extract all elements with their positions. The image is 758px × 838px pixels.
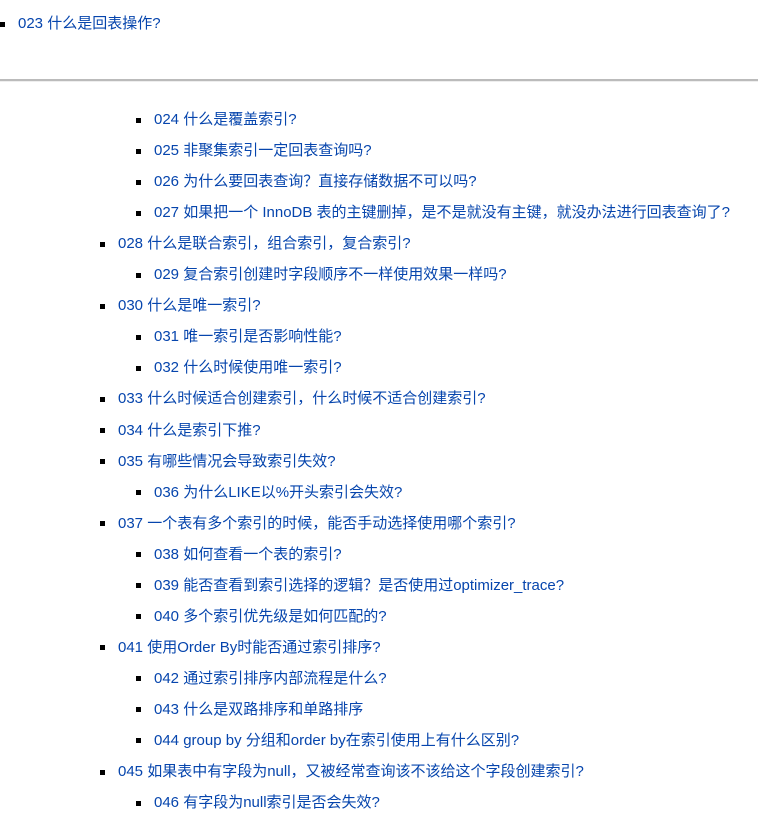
toc-item: 028 什么是联合索引，组合索引，复合索引?: [100, 228, 758, 259]
toc-item: 024 什么是覆盖索引?: [136, 104, 758, 135]
toc-item: 037 一个表有多个索引的时候，能否手动选择使用哪个索引?: [100, 508, 758, 539]
toc-item: 025 非聚集索引一定回表查询吗?: [136, 135, 758, 166]
toc-item: 026 为什么要回表查询？直接存储数据不可以吗?: [136, 166, 758, 197]
toc-item: 042 通过索引排序内部流程是什么?: [136, 663, 758, 694]
toc-link[interactable]: 035 有哪些情况会导致索引失效?: [118, 453, 336, 470]
toc-item: 046 有字段为null索引是否会失效?: [136, 787, 758, 818]
toc-top-block: 023 什么是回表操作?: [0, 0, 758, 79]
toc-link[interactable]: 040 多个索引优先级是如何匹配的?: [154, 608, 387, 625]
toc-link[interactable]: 036 为什么LIKE以%开头索引会失效?: [154, 484, 402, 501]
toc-link[interactable]: 031 唯一索引是否影响性能?: [154, 328, 342, 345]
toc-link[interactable]: 027 如果把一个 InnoDB 表的主键删掉，是不是就没有主键，就没办法进行回…: [154, 204, 730, 221]
toc-link[interactable]: 025 非聚集索引一定回表查询吗?: [154, 142, 372, 159]
toc-item: 032 什么时候使用唯一索引?: [136, 352, 758, 383]
toc-link[interactable]: 038 如何查看一个表的索引?: [154, 546, 342, 563]
toc-link[interactable]: 024 什么是覆盖索引?: [154, 111, 297, 128]
toc-item: 038 如何查看一个表的索引?: [136, 539, 758, 570]
toc-list-top: 023 什么是回表操作?: [0, 8, 758, 39]
toc-item: 033 什么时候适合创建索引，什么时候不适合创建索引?: [100, 383, 758, 414]
toc-link[interactable]: 030 什么是唯一索引?: [118, 297, 261, 314]
toc-item: 031 唯一索引是否影响性能?: [136, 321, 758, 352]
toc-link[interactable]: 033 什么时候适合创建索引，什么时候不适合创建索引?: [118, 390, 486, 407]
toc-link[interactable]: 041 使用Order By时能否通过索引排序?: [118, 639, 381, 656]
toc-item: 036 为什么LIKE以%开头索引会失效?: [136, 477, 758, 508]
toc-link[interactable]: 037 一个表有多个索引的时候，能否手动选择使用哪个索引?: [118, 515, 516, 532]
toc-list-main: 024 什么是覆盖索引? 025 非聚集索引一定回表查询吗? 026 为什么要回表查…: [0, 104, 758, 818]
toc-link[interactable]: 045 如果表中有字段为null，又被经常查询该不该给这个字段创建索引?: [118, 763, 584, 780]
toc-item: 043 什么是双路排序和单路排序: [136, 694, 758, 725]
toc-item: 045 如果表中有字段为null，又被经常查询该不该给这个字段创建索引?: [100, 756, 758, 787]
toc-item: 023 什么是回表操作?: [0, 8, 758, 39]
toc-link[interactable]: 029 复合索引创建时字段顺序不一样使用效果一样吗?: [154, 266, 507, 283]
toc-item: 029 复合索引创建时字段顺序不一样使用效果一样吗?: [136, 259, 758, 290]
toc-item: 041 使用Order By时能否通过索引排序?: [100, 632, 758, 663]
toc-item: 034 什么是索引下推?: [100, 415, 758, 446]
toc-link[interactable]: 028 什么是联合索引，组合索引，复合索引?: [118, 235, 411, 252]
toc-link[interactable]: 026 为什么要回表查询？直接存储数据不可以吗?: [154, 173, 477, 190]
toc-item: 035 有哪些情况会导致索引失效?: [100, 446, 758, 477]
toc-link[interactable]: 046 有字段为null索引是否会失效?: [154, 794, 380, 811]
toc-item: 039 能否查看到索引选择的逻辑？是否使用过optimizer_trace?: [136, 570, 758, 601]
page-container: 023 什么是回表操作? 024 什么是覆盖索引? 025 非聚集索引一定回表查询…: [0, 0, 758, 838]
toc-link[interactable]: 023 什么是回表操作?: [18, 15, 161, 32]
toc-item: 044 group by 分组和order by在索引使用上有什么区别?: [136, 725, 758, 756]
toc-link[interactable]: 043 什么是双路排序和单路排序: [154, 701, 363, 718]
toc-item: 040 多个索引优先级是如何匹配的?: [136, 601, 758, 632]
toc-main-block: 024 什么是覆盖索引? 025 非聚集索引一定回表查询吗? 026 为什么要回表查…: [0, 82, 758, 818]
toc-item: 027 如果把一个 InnoDB 表的主键删掉，是不是就没有主键，就没办法进行回…: [136, 197, 758, 228]
toc-item: 030 什么是唯一索引?: [100, 290, 758, 321]
toc-link[interactable]: 032 什么时候使用唯一索引?: [154, 359, 342, 376]
toc-link[interactable]: 039 能否查看到索引选择的逻辑？是否使用过optimizer_trace?: [154, 577, 564, 594]
toc-link[interactable]: 034 什么是索引下推?: [118, 422, 261, 439]
toc-link[interactable]: 044 group by 分组和order by在索引使用上有什么区别?: [154, 732, 519, 749]
toc-link[interactable]: 042 通过索引排序内部流程是什么?: [154, 670, 387, 687]
